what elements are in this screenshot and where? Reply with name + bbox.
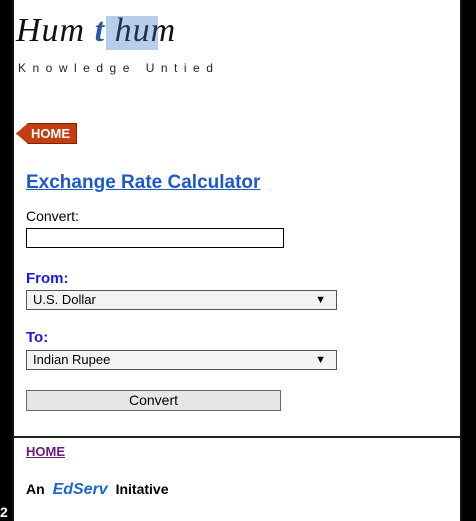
convert-label: Convert: bbox=[26, 208, 79, 224]
page-title[interactable]: Exchange Rate Calculator bbox=[26, 172, 260, 194]
humthum-logo[interactable]: Hum t hum Knowledge Untied bbox=[16, 12, 316, 75]
footer-divider bbox=[14, 436, 460, 438]
mobile-page: Hum t hum Knowledge Untied HOME Exchange… bbox=[12, 0, 462, 521]
logo-part-t: t bbox=[94, 12, 106, 49]
edserv-logo[interactable]: EdServ bbox=[53, 481, 108, 499]
from-currency-select[interactable]: U.S. Dollar ▼ bbox=[26, 290, 337, 310]
footer-suffix: Initative bbox=[115, 481, 169, 497]
home-link[interactable]: HOME bbox=[26, 444, 65, 459]
logo-part-hum: Hum bbox=[16, 12, 86, 49]
from-currency-value: U.S. Dollar bbox=[33, 292, 96, 307]
chevron-down-icon: ▼ bbox=[315, 354, 326, 366]
chevron-down-icon: ▼ bbox=[315, 294, 326, 306]
to-currency-value: Indian Rupee bbox=[33, 352, 111, 367]
logo-highlight bbox=[106, 16, 158, 50]
home-badge-button[interactable]: HOME bbox=[16, 123, 77, 144]
to-label: To: bbox=[26, 329, 49, 346]
to-currency-select[interactable]: Indian Rupee ▼ bbox=[26, 350, 337, 370]
right-border bbox=[462, 0, 476, 521]
convert-button[interactable]: Convert bbox=[26, 390, 281, 411]
page-number: 2 bbox=[0, 504, 8, 520]
from-label: From: bbox=[26, 270, 69, 287]
footer-credit: An EdServ Initative bbox=[26, 481, 169, 499]
footer-prefix: An bbox=[26, 481, 45, 497]
edserv-logo-text: EdServ bbox=[52, 481, 108, 498]
logo-tagline: Knowledge Untied bbox=[18, 61, 220, 75]
convert-amount-input[interactable] bbox=[26, 228, 284, 248]
